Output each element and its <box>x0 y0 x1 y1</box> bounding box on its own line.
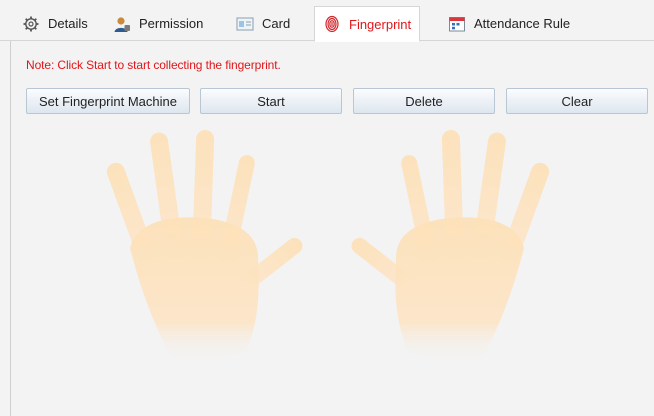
user-icon <box>113 15 131 33</box>
card-icon <box>236 15 254 33</box>
fingerprint-icon <box>323 15 341 33</box>
delete-button[interactable]: Delete <box>353 88 495 114</box>
left-hand-image <box>106 130 303 363</box>
clear-button[interactable]: Clear <box>506 88 648 114</box>
tab-label: Attendance Rule <box>474 16 571 31</box>
tab-label: Permission <box>139 16 204 31</box>
tab-fingerprint[interactable]: Fingerprint <box>314 6 421 42</box>
tab-card[interactable]: Card <box>228 6 298 41</box>
tab-label: Fingerprint <box>349 16 412 32</box>
tab-label: Details <box>48 16 88 31</box>
tab-bar: Details Permission Card Fingerprint Atte… <box>0 0 654 42</box>
tab-details[interactable]: Details <box>14 6 96 41</box>
tab-permission[interactable]: Permission <box>105 6 211 41</box>
tab-attendance-rule[interactable]: Attendance Rule <box>440 6 578 41</box>
right-hand-image <box>351 130 550 363</box>
start-button[interactable]: Start <box>200 88 342 114</box>
tab-label: Card <box>262 16 291 31</box>
set-fingerprint-machine-button[interactable]: Set Fingerprint Machine <box>26 88 190 114</box>
calendar-icon <box>448 15 466 33</box>
hands-illustration <box>106 130 550 363</box>
instruction-note: Note: Click Start to start collecting th… <box>26 58 281 72</box>
gear-icon <box>22 15 40 33</box>
